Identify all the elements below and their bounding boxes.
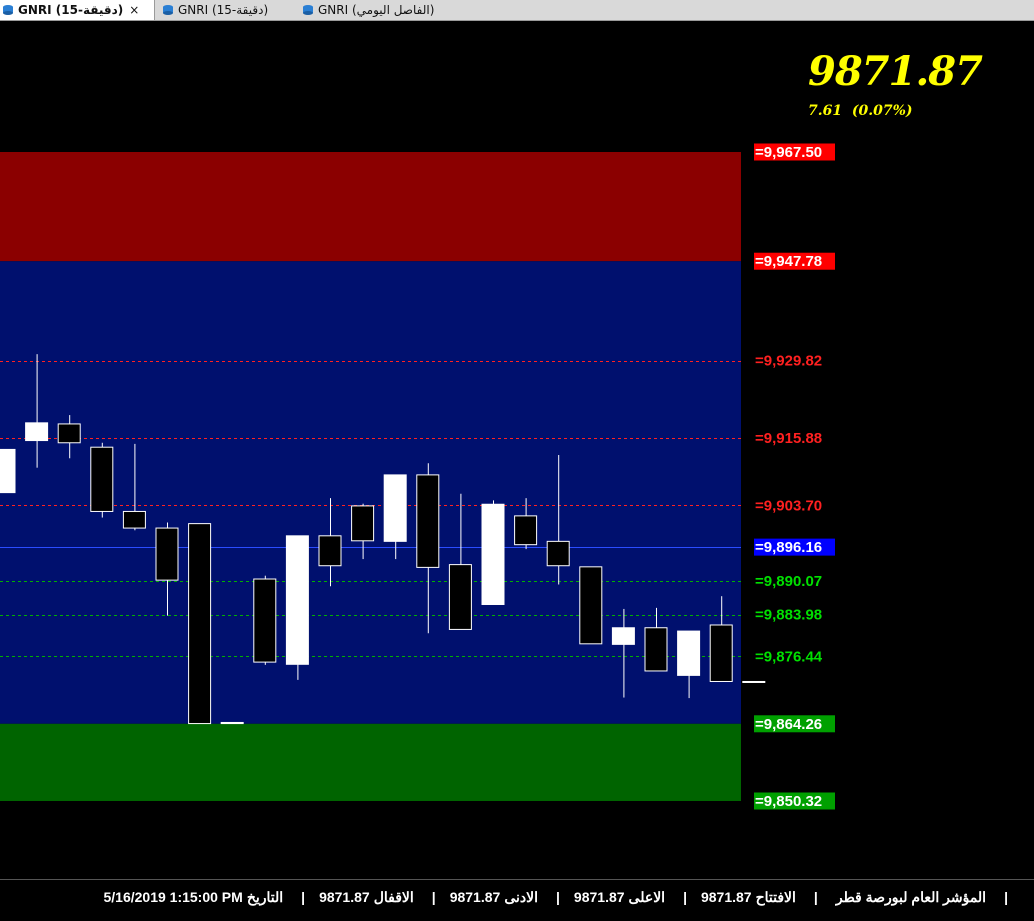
candle-body-up [0, 448, 16, 494]
tab-label: GNRI (15-دقيقة) [178, 3, 269, 17]
chart-db-icon [163, 5, 173, 15]
candle[interactable] [90, 442, 114, 518]
last-price: 9871.87 [808, 48, 983, 95]
tab-gnri-15min[interactable]: GNRI (15-دقيقة) [160, 0, 298, 20]
status-high-value: 9871.87 [573, 889, 625, 905]
price-change: 7.61 (0.07%) [808, 103, 913, 119]
candle[interactable] [188, 523, 212, 725]
candle-body-up [220, 721, 244, 725]
level-label: =9,896.16 [755, 539, 822, 556]
status-open-value: 9871.87 [700, 889, 752, 905]
status-separator: | [1004, 889, 1008, 905]
candle-body-up [25, 422, 49, 442]
candle-body-up [285, 535, 309, 665]
candle[interactable] [0, 448, 16, 494]
candle-body-down [709, 624, 733, 682]
candle-body-up [742, 680, 766, 683]
tab-bar: GNRI (15-دقيقة) × GNRI (15-دقيقة) GNRI (… [0, 0, 1034, 21]
resistance-zone [0, 152, 741, 262]
candlestick-chart[interactable]: =9,967.50 =9,947.78 =9,929.82 =9,915.88 =9,9… [0, 21, 1034, 879]
status-date-label: التاريخ [246, 888, 284, 905]
status-close-label: الاقفال [373, 888, 414, 905]
tab-gnri-daily[interactable]: GNRI (الفاصل اليومي) [300, 0, 470, 20]
level-label: =9,883.98 [755, 607, 822, 624]
level-label: =9,967.50 [755, 144, 822, 161]
status-separator: | [431, 889, 436, 905]
candle-body-up [481, 503, 505, 605]
candle[interactable] [579, 566, 603, 645]
index-title: المؤشر العام لبورصة قطر [835, 888, 987, 905]
status-separator: | [556, 889, 560, 905]
status-low-label: الادنى [504, 888, 538, 905]
status-line: 5/16/2019 1:15:00 PM التاريخ | 9871.87 ا… [0, 884, 1034, 910]
candle-body-down [514, 515, 538, 546]
status-low-value: 9871.87 [449, 889, 501, 905]
chart-db-icon [303, 5, 313, 15]
candle-body-down [188, 523, 212, 725]
candle-body-down [57, 423, 81, 444]
candle-body-down [644, 627, 668, 672]
level-label: =9,864.26 [755, 716, 822, 733]
close-icon[interactable]: × [129, 3, 139, 17]
candle-body-down [318, 535, 342, 567]
candle[interactable] [285, 535, 309, 680]
candle-body-down [253, 578, 277, 663]
candle-body-up [383, 474, 407, 542]
support-zone [0, 723, 741, 801]
status-high-label: الاعلى [628, 888, 666, 905]
level-label: =9,876.44 [755, 648, 823, 665]
status-bar: 5/16/2019 1:15:00 PM التاريخ | 9871.87 ا… [0, 879, 1034, 921]
candle-body-down [579, 566, 603, 645]
candle-body-down [351, 505, 375, 542]
candle[interactable] [481, 500, 505, 605]
chart-db-icon [3, 5, 13, 15]
candle[interactable] [742, 680, 766, 683]
level-label: =9,903.70 [755, 497, 822, 514]
status-open-label: الافتتاح [755, 888, 796, 905]
level-label: =9,947.78 [755, 253, 822, 270]
chart-area[interactable]: =9,967.50 =9,947.78 =9,929.82 =9,915.88 =9,9… [0, 21, 1034, 879]
candle-body-down [448, 564, 472, 630]
tab-label: GNRI (الفاصل اليومي) [318, 3, 435, 17]
level-label: =9,890.07 [755, 573, 822, 590]
status-separator: | [813, 889, 818, 905]
candle-body-down [416, 474, 440, 568]
level-label: =9,929.82 [755, 353, 822, 370]
status-close-value: 9871.87 [319, 889, 370, 905]
tab-gnri-15min-active[interactable]: GNRI (15-دقيقة) × [0, 0, 155, 20]
candle[interactable] [220, 721, 244, 725]
candle-body-down [90, 446, 114, 512]
status-separator: | [683, 889, 687, 905]
status-separator: | [301, 889, 306, 905]
candle-body-up [611, 627, 635, 645]
level-label: =9,850.32 [755, 793, 822, 810]
candle[interactable] [253, 575, 277, 665]
tab-label: GNRI (15-دقيقة) [18, 3, 124, 17]
candle-body-down [546, 540, 570, 567]
status-date-value: 5/16/2019 1:15:00 PM [103, 889, 243, 905]
candle-body-down [155, 527, 179, 581]
level-label: =9,915.88 [755, 430, 822, 447]
candle-body-up [677, 630, 701, 676]
candle-body-down [122, 510, 146, 529]
